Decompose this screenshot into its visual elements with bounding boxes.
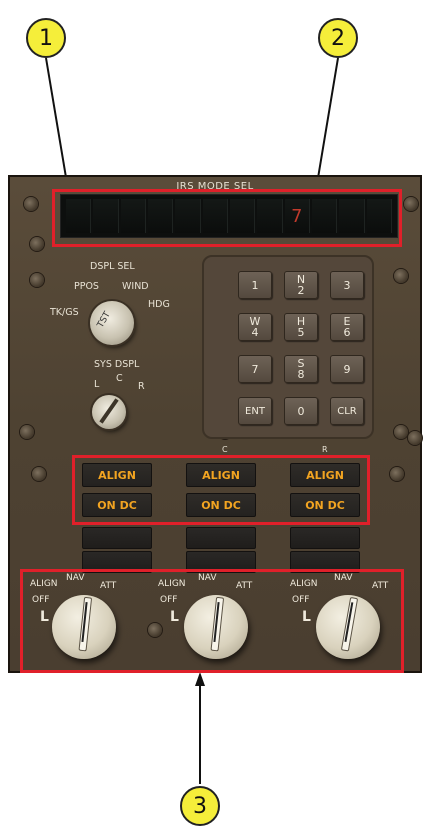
- callout-1: 1: [26, 18, 66, 58]
- key-1[interactable]: 1: [238, 271, 272, 299]
- key-3[interactable]: 3: [330, 271, 364, 299]
- dspl-sel-knob[interactable]: TST: [90, 301, 134, 345]
- blank-light: [82, 527, 152, 549]
- screw-icon: [32, 467, 46, 481]
- dspl-sel-label: DSPL SEL: [90, 261, 135, 272]
- sys-dspl-label: SYS DSPL: [94, 359, 140, 370]
- key-label: 0: [297, 404, 305, 418]
- dspl-sel-pos-ppos: PPOS: [74, 281, 99, 292]
- sys-dspl-pos-r: R: [138, 381, 145, 392]
- key-label-bottom: 6: [343, 326, 351, 339]
- sys-dspl-pos-l: L: [94, 379, 100, 390]
- blank-light: [186, 527, 256, 549]
- dspl-sel-pos-tkgs: TK/GS: [50, 307, 79, 318]
- annunciator-highlight-box: [72, 455, 370, 525]
- dspl-sel-pos-hdg: HDG: [148, 299, 170, 310]
- key-0[interactable]: 0: [284, 397, 318, 425]
- screw-icon: [20, 425, 34, 439]
- leader-line-2: [315, 57, 339, 191]
- screw-icon: [30, 273, 44, 287]
- key-label: CLR: [337, 405, 357, 417]
- key-ent[interactable]: ENT: [238, 397, 272, 425]
- key-e6[interactable]: E6: [330, 313, 364, 341]
- key-9[interactable]: 9: [330, 355, 364, 383]
- key-label: 1: [251, 278, 259, 292]
- key-label: 9: [343, 362, 351, 376]
- screw-icon: [394, 269, 408, 283]
- leader-arrow-3: [195, 672, 205, 686]
- dspl-sel-pos-wind: WIND: [122, 281, 149, 292]
- callout-3: 3: [180, 786, 220, 826]
- screw-icon: [408, 431, 422, 445]
- key-s8[interactable]: S8: [284, 355, 318, 383]
- key-h5[interactable]: H5: [284, 313, 318, 341]
- key-label-bottom: 2: [297, 284, 305, 297]
- key-label: 3: [343, 278, 351, 292]
- irs-label-r: R: [322, 445, 328, 454]
- sys-dspl-knob[interactable]: [92, 395, 126, 429]
- mode-selector-highlight-box: [20, 569, 404, 673]
- key-7[interactable]: 7: [238, 355, 272, 383]
- key-clr[interactable]: CLR: [330, 397, 364, 425]
- key-label-bottom: 8: [297, 368, 305, 381]
- irs-mode-select-panel: IRS MODE SEL 7 DSPL SEL TK/GS PPOS WIND …: [8, 175, 422, 673]
- display-highlight-box: [52, 189, 402, 247]
- key-label-bottom: 5: [297, 326, 305, 339]
- screw-icon: [24, 197, 38, 211]
- callout-2: 2: [318, 18, 358, 58]
- screw-icon: [404, 197, 418, 211]
- irs-label-c: C: [222, 445, 228, 454]
- key-label-bottom: 4: [251, 326, 259, 339]
- dspl-sel-knob-marking: TST: [95, 310, 113, 330]
- key-n2[interactable]: N2: [284, 271, 318, 299]
- screw-icon: [30, 237, 44, 251]
- key-w4[interactable]: W4: [238, 313, 272, 341]
- key-label: 7: [251, 362, 259, 376]
- screw-icon: [394, 425, 408, 439]
- blank-light: [290, 527, 360, 549]
- sys-dspl-pos-c: C: [116, 373, 123, 384]
- keypad: 1 N2 3 W4 H5 E6 7 S8 9 ENT 0 CLR: [202, 255, 374, 439]
- screw-icon: [390, 467, 404, 481]
- sys-dspl-knob-pointer: [99, 398, 119, 424]
- key-label: ENT: [245, 405, 265, 417]
